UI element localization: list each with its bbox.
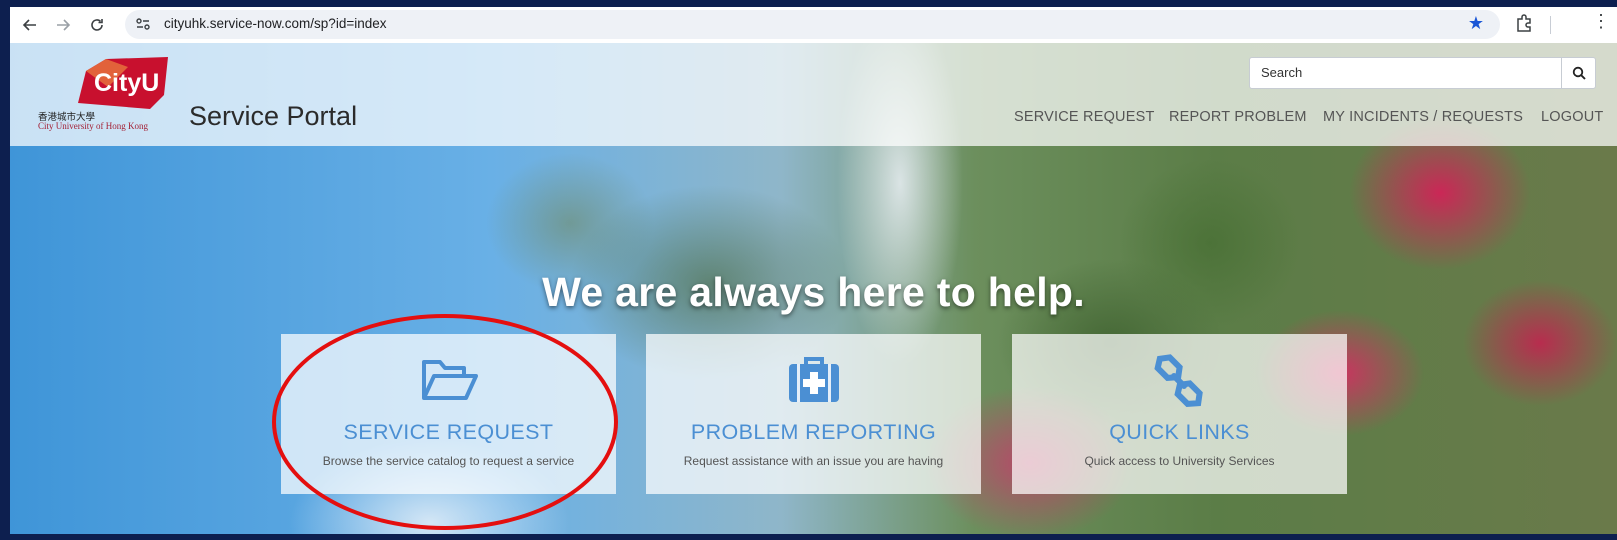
logo-wordmark: CityU: [94, 69, 159, 97]
search-input[interactable]: [1250, 58, 1569, 86]
search-button[interactable]: [1561, 58, 1595, 88]
problem-reporting-card[interactable]: PROBLEM REPORTING Request assistance wit…: [646, 334, 981, 494]
card-title[interactable]: SERVICE REQUEST: [281, 420, 616, 445]
site-settings-icon[interactable]: [135, 16, 153, 32]
nav-service-request[interactable]: SERVICE REQUEST: [1014, 109, 1155, 125]
bookmark-star-icon[interactable]: ★: [1468, 13, 1484, 34]
url-text[interactable]: cityuhk.service-now.com/sp?id=index: [164, 16, 386, 31]
hero-title: We are always here to help.: [542, 269, 1085, 315]
browser-toolbar: cityuhk.service-now.com/sp?id=index ★ ⋮: [10, 7, 1617, 44]
search-icon: [1572, 66, 1586, 80]
folder-open-icon: [421, 360, 478, 400]
toolbar-divider: [1550, 16, 1551, 34]
screenshot-frame: cityuhk.service-now.com/sp?id=index ★ ⋮ …: [10, 7, 1617, 534]
nav-my-incidents-requests[interactable]: MY INCIDENTS / REQUESTS: [1323, 109, 1523, 125]
address-bar[interactable]: cityuhk.service-now.com/sp?id=index ★: [125, 10, 1500, 39]
back-icon[interactable]: [18, 13, 42, 37]
search-box: [1249, 57, 1596, 89]
card-title[interactable]: PROBLEM REPORTING: [646, 420, 981, 445]
card-description: Browse the service catalog to request a …: [322, 454, 575, 468]
extensions-icon[interactable]: [1514, 13, 1534, 33]
service-portal-page: CityU 香港城市大學 City University of Hong Kon…: [10, 43, 1617, 534]
forward-icon[interactable]: [51, 13, 75, 37]
reload-icon[interactable]: [85, 13, 109, 37]
menu-kebab-icon[interactable]: ⋮: [1592, 11, 1610, 32]
medkit-icon: [788, 357, 839, 402]
link-icon: [1153, 354, 1203, 407]
card-description: Request assistance with an issue you are…: [683, 454, 944, 468]
service-request-card[interactable]: SERVICE REQUEST Browse the service catal…: [281, 334, 616, 494]
card-title[interactable]: QUICK LINKS: [1012, 420, 1347, 445]
logo-english-name: City University of Hong Kong: [38, 121, 148, 131]
card-description: Quick access to University Services: [1084, 454, 1275, 468]
quick-links-card[interactable]: QUICK LINKS Quick access to University S…: [1012, 334, 1347, 494]
portal-title[interactable]: Service Portal: [189, 101, 357, 132]
portal-header: CityU 香港城市大學 City University of Hong Kon…: [10, 43, 1617, 146]
nav-logout[interactable]: LOGOUT: [1541, 109, 1603, 125]
nav-report-problem[interactable]: REPORT PROBLEM: [1169, 109, 1307, 125]
